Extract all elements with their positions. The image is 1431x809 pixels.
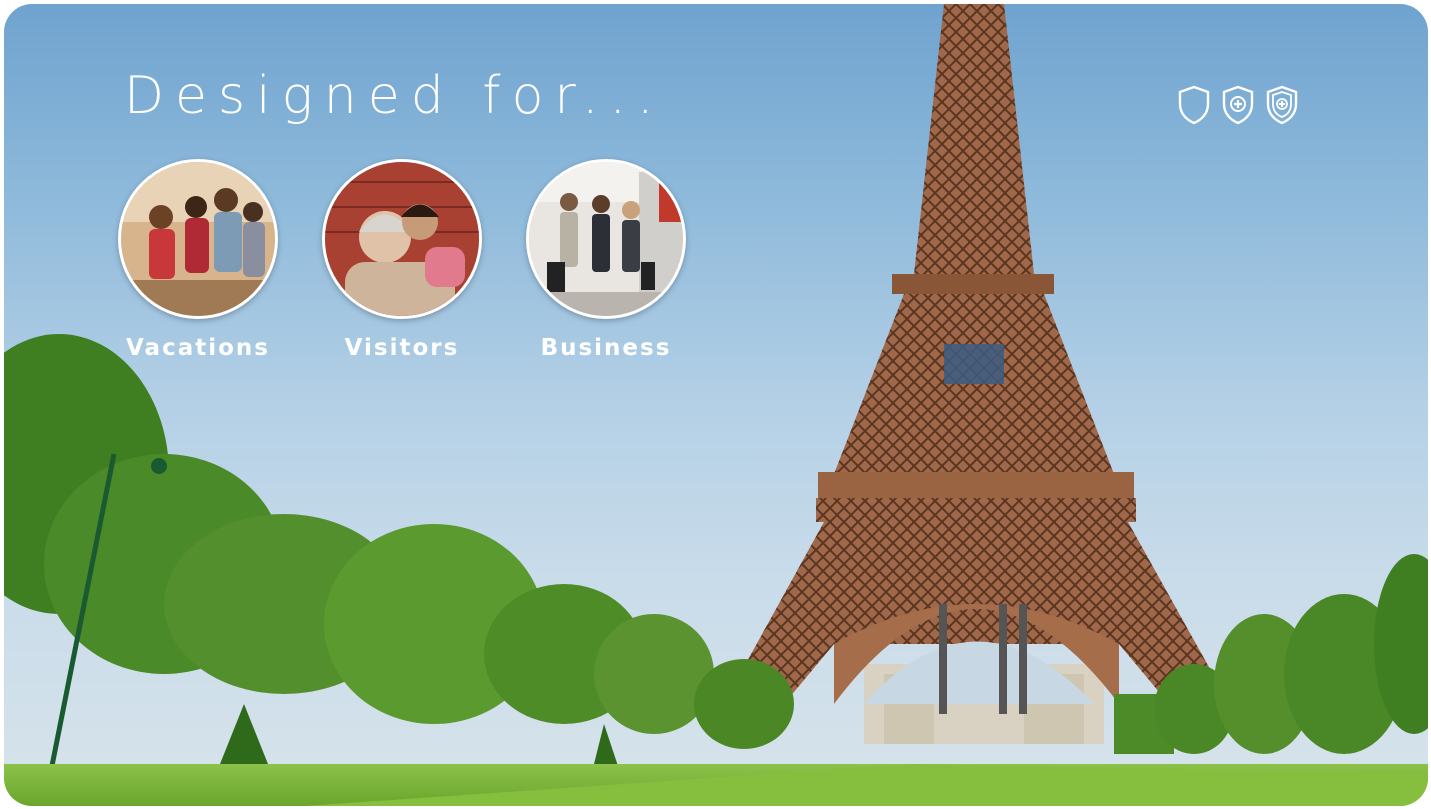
visitors-photo[interactable]	[322, 159, 482, 319]
hero-banner: Designed for... Vacations Visitors Busin…	[4, 4, 1428, 806]
business-photo[interactable]	[526, 159, 686, 319]
category-vacations[interactable]: Vacations	[118, 159, 278, 361]
category-label-vacations: Vacations	[126, 335, 270, 361]
eiffel-tower	[729, 4, 1224, 714]
category-business[interactable]: Business	[526, 159, 686, 361]
page-title: Designed for...	[124, 66, 665, 126]
category-visitors[interactable]: Visitors	[322, 159, 482, 361]
vacations-photo[interactable]	[118, 159, 278, 319]
shield-icons	[1176, 84, 1300, 126]
shield-plus-double-icon	[1266, 85, 1298, 125]
shield-plus-icon	[1222, 85, 1254, 125]
shield-outline-icon	[1178, 85, 1210, 125]
trees-left	[4, 334, 794, 806]
category-label-business: Business	[540, 335, 672, 361]
category-label-visitors: Visitors	[344, 335, 460, 361]
